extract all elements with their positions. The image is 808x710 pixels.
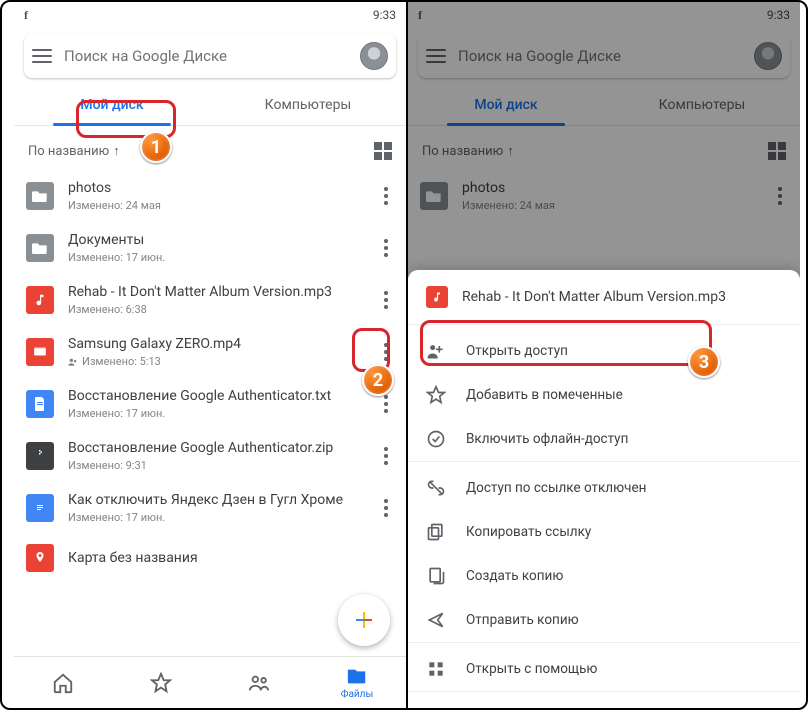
audio-icon [426,286,448,308]
marker-2: 2 [362,364,394,396]
file-list: photosИзменено: 24 мая ДокументыИзменено… [14,170,406,582]
nav-shared[interactable] [210,657,308,708]
list-item[interactable]: Samsung Galaxy ZERO.mp4Изменено: 5:13 [20,326,400,378]
menu-star[interactable]: Добавить в помеченные [408,373,800,417]
grid-view-icon[interactable] [374,142,392,160]
more-icon[interactable] [378,291,394,309]
avatar[interactable] [360,42,388,70]
sheet-title: Rehab - It Don't Matter Album Version.mp… [462,289,726,305]
more-icon[interactable] [378,239,394,257]
folder-icon [26,182,54,210]
bottom-sheet: Rehab - It Don't Matter Album Version.mp… [408,270,800,708]
menu-open-with[interactable]: Открыть с помощью [408,647,800,691]
nav-starred[interactable] [112,657,210,708]
search-bar[interactable]: Поиск на Google Диске [24,34,396,78]
folder-icon [26,234,54,262]
list-item[interactable]: ДокументыИзменено: 17 июн. [20,222,400,274]
menu-icon[interactable] [32,49,52,63]
more-icon[interactable] [378,343,394,361]
list-item[interactable]: Rehab - It Don't Matter Album Version.mp… [20,274,400,326]
tab-computers[interactable]: Компьютеры [210,84,406,125]
bottom-nav: Файлы [14,656,406,708]
menu-make-copy[interactable]: Создать копию [408,554,800,598]
marker-1: 1 [140,131,172,163]
more-icon[interactable] [378,447,394,465]
menu-download[interactable]: Скачать [408,696,800,708]
nav-files[interactable]: Файлы [308,657,406,708]
video-icon [26,338,54,366]
sort-row: По названию↑ [14,126,406,170]
search-placeholder: Поиск на Google Диске [64,47,348,65]
sheet-header: Rehab - It Don't Matter Album Version.mp… [408,270,800,324]
text-file-icon [26,390,54,418]
list-item[interactable]: Восстановление Google Authenticator.zipИ… [20,430,400,482]
menu-share[interactable]: Открыть доступ [408,329,800,373]
list-item[interactable]: Восстановление Google Authenticator.txtИ… [20,378,400,430]
facebook-icon: f [24,8,28,23]
clock-time: 9:33 [373,8,396,22]
list-item[interactable]: Карта без названия [20,534,400,582]
marker-3: 3 [688,346,720,378]
list-item[interactable]: photosИзменено: 24 мая [20,170,400,222]
map-icon [26,544,54,572]
menu-offline[interactable]: Включить офлайн-доступ [408,417,800,461]
left-screenshot: f 9:33 Поиск на Google Диске Мой диск Ко… [14,2,406,708]
status-bar: f 9:33 [14,2,406,28]
list-item[interactable]: Как отключить Яндекс Дзен в Гугл ХромеИз… [20,482,400,534]
more-icon[interactable] [378,187,394,205]
sort-button[interactable]: По названию↑ [28,143,120,159]
nav-home[interactable] [14,657,112,708]
doc-file-icon [26,494,54,522]
tab-my-drive[interactable]: Мой диск [14,84,210,125]
menu-send-copy[interactable]: Отправить копию [408,598,800,642]
menu-copy-link[interactable]: Копировать ссылку [408,510,800,554]
right-screenshot: f 9:33 Поиск на Google Диске Мой диск Ко… [408,2,800,708]
more-icon[interactable] [378,395,394,413]
menu-link-off[interactable]: Доступ по ссылке отключен [408,466,800,510]
more-icon[interactable] [378,499,394,517]
zip-file-icon [26,442,54,470]
tabs: Мой диск Компьютеры [14,84,406,126]
audio-icon [26,286,54,314]
fab-add-button[interactable] [338,594,390,646]
pane-divider [406,2,408,708]
